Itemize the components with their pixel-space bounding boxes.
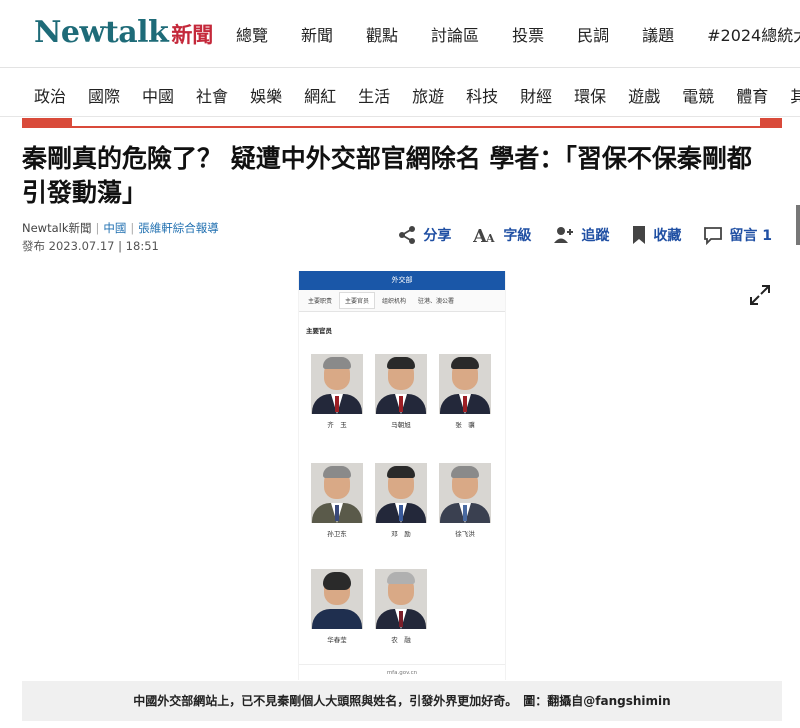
official-photo	[375, 569, 427, 629]
official-photo	[375, 354, 427, 414]
category-life[interactable]: 生活	[358, 83, 390, 107]
category-entertainment[interactable]: 娛樂	[250, 83, 282, 107]
svg-text:A: A	[485, 232, 495, 245]
main-nav: 總覽 新聞 觀點 討論區 投票 民調 議題 #2024總統大選	[236, 22, 800, 46]
nav-forum[interactable]: 討論區	[431, 22, 479, 46]
font-size-button[interactable]: AA 字級	[473, 225, 531, 245]
article-author-link[interactable]: 張維軒綜合報導	[138, 221, 219, 235]
share-icon	[399, 226, 416, 244]
official-name: 徐飞洪	[455, 530, 475, 538]
official-portrait: 马朝旭	[375, 354, 427, 429]
official-portrait: 孙卫东	[311, 463, 363, 538]
comment-label: 留言 1	[729, 228, 772, 244]
category-tech[interactable]: 科技	[466, 83, 498, 107]
nav-poll[interactable]: 民調	[577, 22, 609, 46]
official-photo	[311, 354, 363, 414]
category-games[interactable]: 遊戲	[628, 83, 660, 107]
article-source[interactable]: Newtalk新聞	[22, 221, 92, 235]
official-photo	[439, 354, 491, 414]
official-name: 邓 励	[391, 530, 411, 538]
figure-tab: 驻港、澳公署	[418, 298, 455, 305]
category-bar: 政治 國際 中國 社會 娛樂 網紅 生活 旅遊 科技 財經 環保 遊戲 電競 體…	[0, 69, 800, 117]
image-caption: 中國外交部網站上，已不見秦剛個人大頭照與姓名，引發外界更加好奇。 圖：翻攝自@f…	[22, 681, 782, 721]
official-name: 孙卫东	[327, 530, 347, 538]
category-esports[interactable]: 電競	[682, 83, 714, 107]
bookmark-icon	[633, 226, 646, 244]
meta-separator: |	[95, 221, 100, 235]
newtalk-logo[interactable]: Newtalk 新聞	[34, 15, 213, 50]
ad-banner-strip	[22, 118, 782, 128]
category-travel[interactable]: 旅遊	[412, 83, 444, 107]
official-name: 张 骥	[455, 421, 475, 429]
font-size-label: 字級	[503, 228, 532, 244]
figure-site-header: 外交部	[299, 271, 505, 290]
category-other[interactable]: 其	[790, 83, 800, 107]
article-image: 外交部 主要职责 主要官员 组织机构 驻港、澳公署 主要官员 齐 玉 马朝旭 张…	[298, 271, 506, 680]
official-name: 齐 玉	[327, 421, 347, 429]
share-label: 分享	[423, 228, 452, 244]
figure-section-title: 主要官员	[306, 327, 332, 335]
category-society[interactable]: 社會	[196, 83, 228, 107]
category-china[interactable]: 中國	[142, 83, 174, 107]
category-sports[interactable]: 體育	[736, 83, 768, 107]
figure-tab: 主要职责	[308, 298, 333, 305]
official-portrait: 华春莹	[311, 569, 363, 644]
bookmark-label: 收藏	[653, 228, 682, 244]
official-photo	[311, 463, 363, 523]
nav-election-2024[interactable]: #2024總統大選	[707, 22, 800, 46]
article-meta: Newtalk新聞 | 中國 | 張維軒綜合報導 發布 2023.07.17 | 18:…	[22, 219, 219, 255]
official-name: 农 融	[391, 636, 411, 644]
nav-opinion[interactable]: 觀點	[366, 22, 398, 46]
font-size-icon: AA	[473, 226, 495, 245]
article-title: 秦剛真的危險了？ 疑遭中外交部官網除名 學者：「習保不保秦剛都引發動蕩」	[22, 144, 752, 207]
category-international[interactable]: 國際	[88, 83, 120, 107]
follow-label: 追蹤	[581, 228, 610, 244]
figure-tab: 组织机构	[382, 298, 407, 305]
article-category-link[interactable]: 中國	[103, 221, 126, 235]
category-finance[interactable]: 財經	[520, 83, 552, 107]
nav-topics[interactable]: 議題	[642, 22, 674, 46]
nav-vote[interactable]: 投票	[512, 22, 544, 46]
category-politics[interactable]: 政治	[34, 83, 66, 107]
logo-sub-text: 新聞	[171, 22, 214, 47]
published-time: 2023.07.17 | 18:51	[48, 239, 159, 253]
official-photo	[311, 569, 363, 629]
logo-main-text: Newtalk	[34, 15, 169, 50]
bookmark-button[interactable]: 收藏	[631, 225, 681, 245]
share-button[interactable]: 分享	[397, 225, 451, 245]
meta-separator: |	[130, 221, 135, 235]
official-portrait: 齐 玉	[311, 354, 363, 429]
official-portrait: 邓 励	[375, 463, 427, 538]
figure-tab-active: 主要官员	[339, 292, 376, 309]
category-nav: 政治 國際 中國 社會 娛樂 網紅 生活 旅遊 科技 財經 環保 遊戲 電競 體…	[34, 83, 800, 107]
official-portrait: 张 骥	[439, 354, 491, 429]
comment-button[interactable]: 留言 1	[703, 225, 772, 245]
expand-icon	[750, 285, 770, 305]
figure-footer: mfa.gov.cn	[299, 664, 505, 680]
comment-icon	[704, 227, 723, 245]
category-environment[interactable]: 環保	[574, 83, 606, 107]
official-portrait: 农 融	[375, 569, 427, 644]
nav-news[interactable]: 新聞	[301, 22, 333, 46]
top-header: Newtalk 新聞 總覽 新聞 觀點 討論區 投票 民調 議題 #2024總統…	[0, 0, 800, 68]
right-edge-scroll	[796, 205, 800, 245]
expand-image-button[interactable]	[748, 283, 772, 311]
follow-button[interactable]: 追蹤	[553, 225, 609, 245]
add-user-icon	[554, 227, 574, 243]
published-label: 發布	[22, 239, 45, 253]
official-portrait: 徐飞洪	[439, 463, 491, 538]
share-bar: 分享 AA 字級 追蹤 收藏 留言 1	[375, 225, 772, 245]
official-photo	[439, 463, 491, 523]
category-influencer[interactable]: 網紅	[304, 83, 336, 107]
official-name: 华春莹	[327, 636, 347, 644]
official-name: 马朝旭	[391, 421, 411, 429]
figure-tabs: 主要职责 主要官员 组织机构 驻港、澳公署	[299, 290, 505, 312]
official-photo	[375, 463, 427, 523]
nav-overview[interactable]: 總覽	[236, 22, 268, 46]
